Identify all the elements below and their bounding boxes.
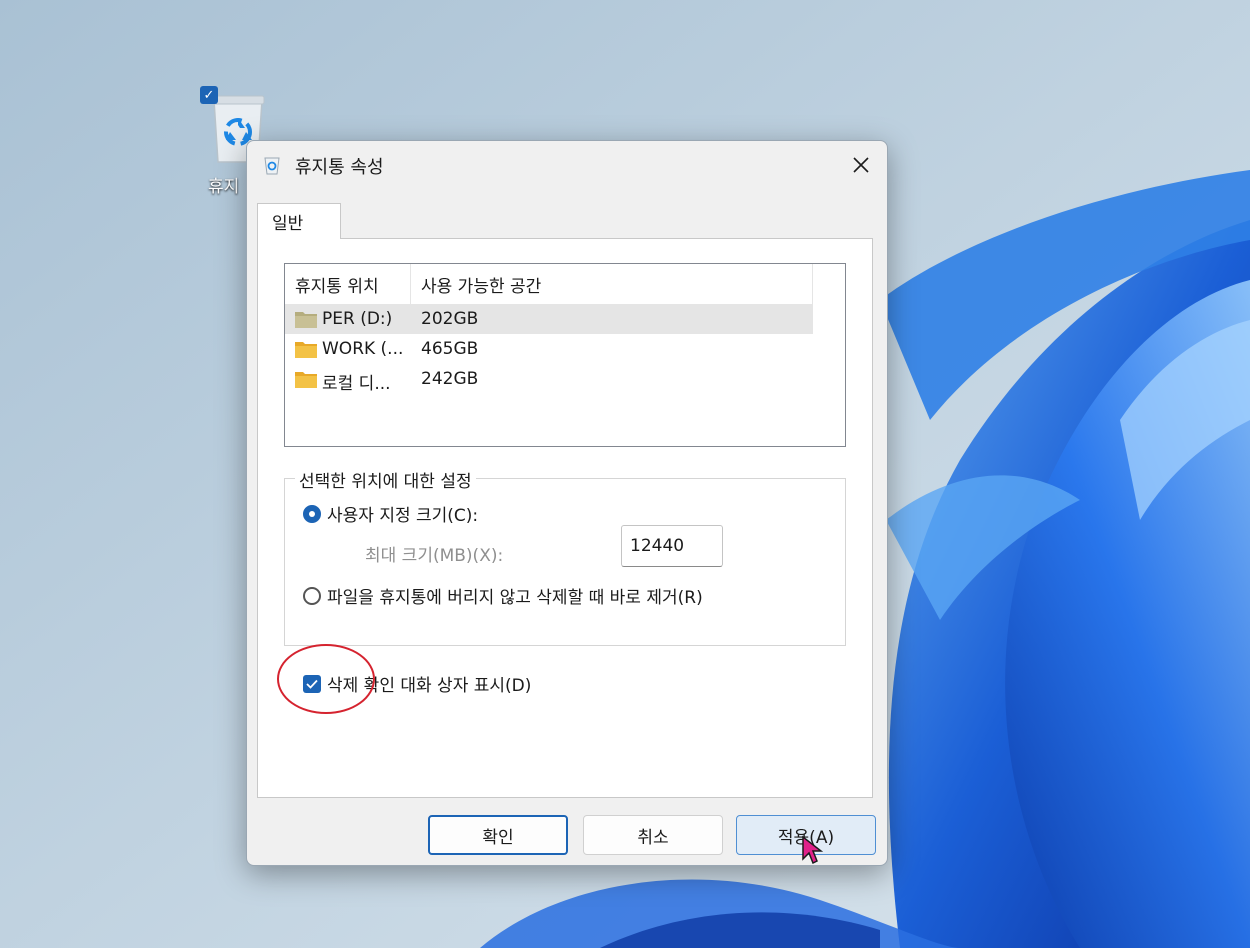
dialog-title: 휴지통 속성 [295,157,384,178]
custom-size-radio[interactable]: 사용자 지정 크기(C): [303,501,478,526]
cancel-button[interactable]: 취소 [583,815,723,855]
group-label: 선택한 위치에 대한 설정 [295,467,476,492]
location-name: PER (D:) [322,309,393,329]
list-header: 휴지통 위치 사용 가능한 공간 [285,264,813,305]
ok-button[interactable]: 확인 [428,815,568,855]
list-item[interactable]: PER (D:) 202GB [285,304,813,334]
recycle-bin-icon [264,157,280,175]
tab-general[interactable]: 일반 [257,203,341,239]
column-header-location[interactable]: 휴지통 위치 [285,264,411,304]
checkbox-checked-icon [303,674,321,693]
free-space: 202GB [421,309,479,329]
list-item[interactable]: WORK (... 465GB [285,334,813,364]
apply-button[interactable]: 적용(A) [736,815,876,855]
close-icon [853,157,869,173]
confirm-delete-checkbox[interactable]: 삭제 확인 대화 상자 표시(D) [303,671,531,696]
recycle-bin-properties-dialog: 휴지통 속성 일반 휴지통 위치 사용 가능한 공간 PER (D:) 202G… [246,140,888,866]
radio-checked-icon [303,504,321,523]
max-size-label: 최대 크기(MB)(X): [365,546,504,566]
folder-icon [295,372,317,388]
selected-check-icon: ✓ [200,86,218,104]
recycle-bin-label: 휴지 [208,177,240,197]
no-recycle-label: 파일을 휴지통에 버리지 않고 삭제할 때 바로 제거(R) [327,588,703,608]
title-bar[interactable]: 휴지통 속성 [247,141,887,189]
drive-folder-icon [295,312,317,328]
custom-size-label: 사용자 지정 크기(C): [327,506,479,526]
check-icon [306,679,318,689]
list-item[interactable]: 로컬 디... 242GB [285,364,813,394]
max-size-input[interactable] [621,525,723,567]
location-name: WORK (... [322,339,404,359]
recycle-bin-location-list[interactable]: 휴지통 위치 사용 가능한 공간 PER (D:) 202GB WORK (..… [284,263,846,447]
radio-unchecked-icon [303,586,321,605]
folder-icon [295,342,317,358]
no-recycle-radio[interactable]: 파일을 휴지통에 버리지 않고 삭제할 때 바로 제거(R) [303,583,703,608]
close-button[interactable] [841,147,881,183]
free-space: 465GB [421,339,479,359]
free-space: 242GB [421,369,479,389]
confirm-delete-label: 삭제 확인 대화 상자 표시(D) [327,676,532,696]
location-name: 로컬 디... [322,374,391,394]
column-header-free-space[interactable]: 사용 가능한 공간 [411,264,813,304]
